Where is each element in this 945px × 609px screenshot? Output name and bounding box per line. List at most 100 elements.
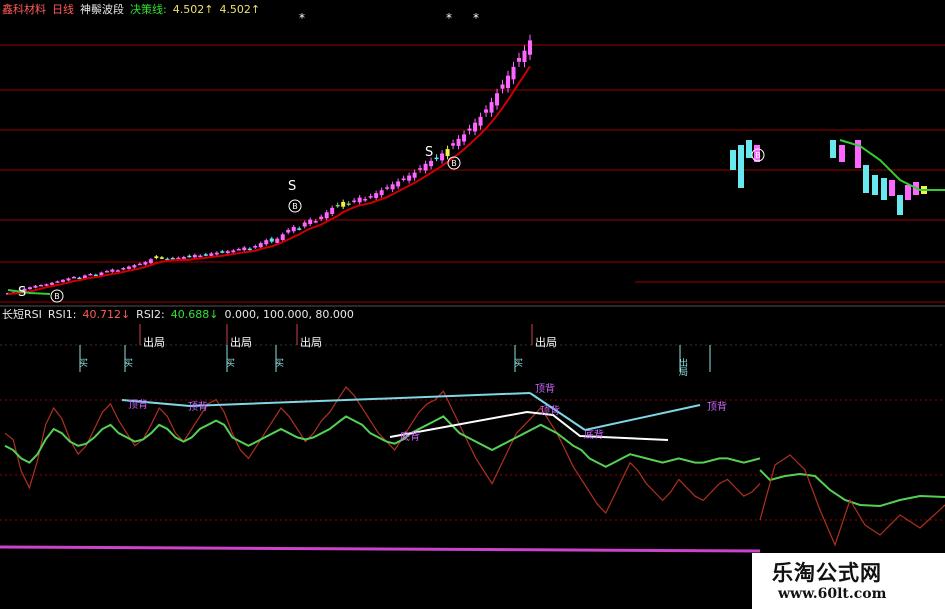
candle-body	[126, 266, 131, 269]
rsi1-line	[4, 386, 761, 515]
candle-body	[66, 278, 71, 281]
candle-body	[738, 145, 744, 188]
candle-body	[253, 246, 258, 248]
rsi2-value: 40.688↓	[170, 308, 219, 321]
rsi2-line	[4, 415, 761, 468]
chart-window: * * * S S S B B B B 顶背 顶背 顶背 底背 顶背 底背 顶背买出局买出局买出局买出局买出局 …	[0, 0, 945, 609]
buy-marker: B	[451, 159, 457, 168]
ma-line	[7, 65, 531, 295]
rsi1-line-tail	[759, 454, 945, 547]
candle-body	[214, 252, 219, 255]
candle-body	[401, 178, 406, 180]
candle-body	[148, 259, 153, 264]
candle-body	[313, 221, 318, 223]
exit-signal-label: 出局	[230, 335, 252, 349]
rsi-level-0-line	[0, 545, 761, 553]
candle-body	[247, 248, 252, 251]
candle-body	[897, 195, 903, 215]
candle-body	[302, 222, 307, 227]
star-marker: *	[299, 11, 305, 25]
divergence-label: 顶背	[128, 398, 148, 411]
candle-body	[357, 197, 362, 203]
buy-signal-label: 买	[224, 358, 235, 368]
candle-body	[44, 284, 49, 286]
candle-body	[517, 58, 522, 62]
decision-value: 4.502↑	[172, 3, 214, 16]
candle-body	[352, 200, 357, 203]
watermark-url: www.60lt.com	[778, 586, 887, 602]
signal-markers: * * *SSSBBBB顶背 顶背顶背底背顶背底背顶背买出局买出局买出局买出局买 出局	[18, 11, 765, 443]
candle-body	[38, 284, 43, 287]
candle-body	[137, 263, 142, 266]
candle-body	[511, 66, 516, 80]
candle-body	[203, 254, 208, 256]
candle-body	[110, 269, 115, 272]
candle-body	[132, 265, 137, 268]
candle-body	[121, 268, 126, 270]
rsi2-label: RSI2:	[136, 308, 165, 321]
candle-body	[456, 138, 461, 146]
candle-body	[374, 193, 379, 199]
candle-body	[506, 75, 511, 89]
buy-marker: B	[755, 151, 761, 160]
rsi-panel-name: 长短RSI	[2, 308, 42, 321]
candle-body	[60, 279, 65, 282]
candle-body	[830, 140, 836, 158]
buy-signal-label: 出局	[677, 357, 688, 377]
candle-body	[484, 109, 489, 113]
candle-body	[423, 163, 428, 171]
candle-body	[478, 116, 483, 126]
candle-body	[231, 250, 236, 253]
candle-body	[440, 153, 445, 161]
candle-body	[308, 219, 313, 225]
watermark-box: 乐淘公式网 www.60lt.com	[752, 553, 945, 609]
exit-signal-label: 出局	[535, 335, 557, 349]
sell-marker: S	[288, 179, 296, 194]
candle-body	[220, 251, 225, 253]
candle-body	[379, 190, 384, 196]
candle-body	[445, 149, 450, 157]
candle-body	[429, 160, 434, 167]
chart-canvas: * * *SSSBBBB顶背 顶背顶背底背顶背底背顶背买出局买出局买出局买出局买 出局	[0, 11, 945, 553]
candle-body	[104, 271, 109, 273]
rsi-panel-header: 长短RSI RSI1: 40.712↓ RSI2: 40.688↓ 0.000, 100.…	[2, 308, 354, 321]
candle-body	[27, 287, 32, 290]
candle-body	[881, 178, 887, 200]
buy-marker: B	[54, 292, 60, 301]
candle-body	[225, 251, 230, 253]
candle-body	[242, 247, 247, 251]
candle-body	[467, 128, 472, 131]
candle-body	[181, 257, 186, 259]
candle-body	[71, 276, 76, 279]
candle-body	[418, 168, 423, 170]
candle-body	[236, 248, 241, 251]
candle-body	[154, 256, 159, 259]
rsi1-label: RSI1:	[47, 308, 77, 321]
candle-body	[49, 282, 54, 285]
divergence-label: 底背	[400, 430, 420, 443]
candle-body	[528, 40, 532, 55]
exit-signal-label: 出局	[143, 335, 165, 349]
candle-body	[346, 203, 351, 205]
period-label: 日线	[52, 3, 74, 16]
buy-signal-label: 买	[77, 358, 88, 368]
candle-body	[286, 229, 291, 233]
candle-body	[209, 253, 214, 256]
candle-body	[324, 212, 329, 219]
candle-body	[335, 204, 340, 207]
candle-body	[905, 185, 911, 200]
candle-body	[297, 228, 302, 230]
star-marker: *	[473, 11, 479, 25]
candle-body	[746, 140, 752, 158]
candle-body	[275, 238, 280, 243]
bottom-divergence-line	[389, 410, 669, 441]
candle-body	[198, 255, 203, 258]
candle-body	[33, 285, 38, 288]
candle-body	[264, 240, 269, 245]
candle-body	[55, 281, 60, 283]
candle-body	[319, 216, 324, 220]
buy-signal-label: 买	[512, 358, 523, 368]
decision-label: 决策线:	[130, 3, 167, 16]
candle-body	[462, 134, 467, 142]
candle-body	[187, 255, 192, 258]
